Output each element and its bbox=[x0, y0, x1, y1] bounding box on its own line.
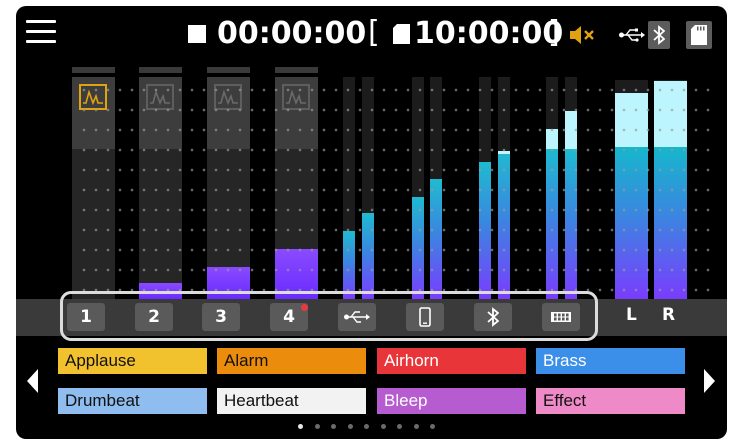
page-dot[interactable] bbox=[314, 424, 320, 429]
phone-left-meter bbox=[412, 77, 424, 299]
channel-3-button[interactable]: 3 bbox=[202, 303, 240, 331]
master-right-meter bbox=[654, 80, 687, 299]
previous-page-arrow[interactable] bbox=[27, 369, 38, 393]
bluetooth-icon bbox=[648, 21, 670, 49]
channel-3-meter[interactable] bbox=[207, 67, 250, 299]
pad-brass[interactable]: Brass bbox=[536, 348, 685, 374]
pad-alarm[interactable]: Alarm bbox=[217, 348, 366, 374]
channel-1-effect-icon[interactable] bbox=[79, 84, 107, 110]
page-dot[interactable] bbox=[364, 424, 369, 429]
remaining-time: 10:00:00 bbox=[414, 16, 564, 51]
menu-icon[interactable] bbox=[26, 20, 56, 46]
master-left-label: L bbox=[626, 305, 637, 325]
pad-effect[interactable]: Effect bbox=[536, 388, 685, 414]
channel-4-meter[interactable] bbox=[275, 67, 318, 299]
page-dot[interactable] bbox=[430, 424, 435, 429]
recorder-screen: 00:00:00 [ 10:00:00 ] 1 2 3 4 L R Applau… bbox=[16, 6, 727, 439]
pad-applause[interactable]: Applause bbox=[58, 348, 207, 374]
elapsed-time: 00:00:00 bbox=[217, 16, 367, 51]
sound-pad-channel-button[interactable] bbox=[542, 303, 580, 331]
master-right-label: R bbox=[662, 305, 676, 325]
page-dot[interactable] bbox=[331, 424, 336, 429]
bluetooth-left-meter bbox=[479, 77, 491, 299]
usb-icon bbox=[618, 21, 646, 49]
usb-channel-button[interactable] bbox=[338, 303, 376, 331]
alert-dot bbox=[301, 304, 308, 311]
channel-3-effect-icon[interactable] bbox=[214, 84, 242, 110]
usb-left-meter bbox=[343, 77, 355, 299]
pad-airhorn[interactable]: Airhorn bbox=[377, 348, 526, 374]
bluetooth-icon bbox=[487, 307, 499, 327]
pad-left-meter bbox=[546, 77, 558, 299]
channel-2-effect-icon[interactable] bbox=[146, 84, 174, 110]
phone-right-meter bbox=[430, 77, 442, 299]
page-dot[interactable] bbox=[380, 424, 386, 429]
phone-channel-button[interactable] bbox=[406, 303, 444, 331]
bracket-close: ] bbox=[548, 15, 560, 50]
channel-2-meter[interactable] bbox=[139, 67, 182, 299]
channel-4-effect-icon[interactable] bbox=[282, 84, 310, 110]
page-dot[interactable] bbox=[413, 424, 419, 429]
page-dot[interactable] bbox=[397, 424, 402, 429]
master-left-meter bbox=[615, 80, 648, 299]
next-page-arrow[interactable] bbox=[704, 369, 715, 393]
mute-icon bbox=[568, 21, 596, 49]
bracket-open: [ bbox=[368, 15, 380, 50]
sound-pad-icon bbox=[551, 312, 571, 322]
pad-right-meter bbox=[565, 77, 577, 299]
sd-card-status-icon bbox=[686, 21, 712, 49]
bluetooth-channel-button[interactable] bbox=[474, 303, 512, 331]
pad-heartbeat[interactable]: Heartbeat bbox=[217, 388, 366, 414]
channel-1-meter[interactable] bbox=[72, 67, 115, 299]
page-dot[interactable] bbox=[298, 424, 303, 429]
usb-icon bbox=[344, 311, 370, 323]
pad-drumbeat[interactable]: Drumbeat bbox=[58, 388, 207, 414]
page-dot[interactable] bbox=[347, 424, 353, 429]
pad-bleep[interactable]: Bleep bbox=[377, 388, 526, 414]
channel-4-button[interactable]: 4 bbox=[270, 303, 308, 331]
bluetooth-right-meter bbox=[498, 77, 510, 299]
channel-1-button[interactable]: 1 bbox=[67, 303, 105, 331]
stop-icon bbox=[188, 25, 206, 43]
usb-right-meter bbox=[362, 77, 374, 299]
channel-2-button[interactable]: 2 bbox=[135, 303, 173, 331]
sd-card-icon bbox=[393, 24, 410, 44]
phone-icon bbox=[419, 307, 431, 327]
